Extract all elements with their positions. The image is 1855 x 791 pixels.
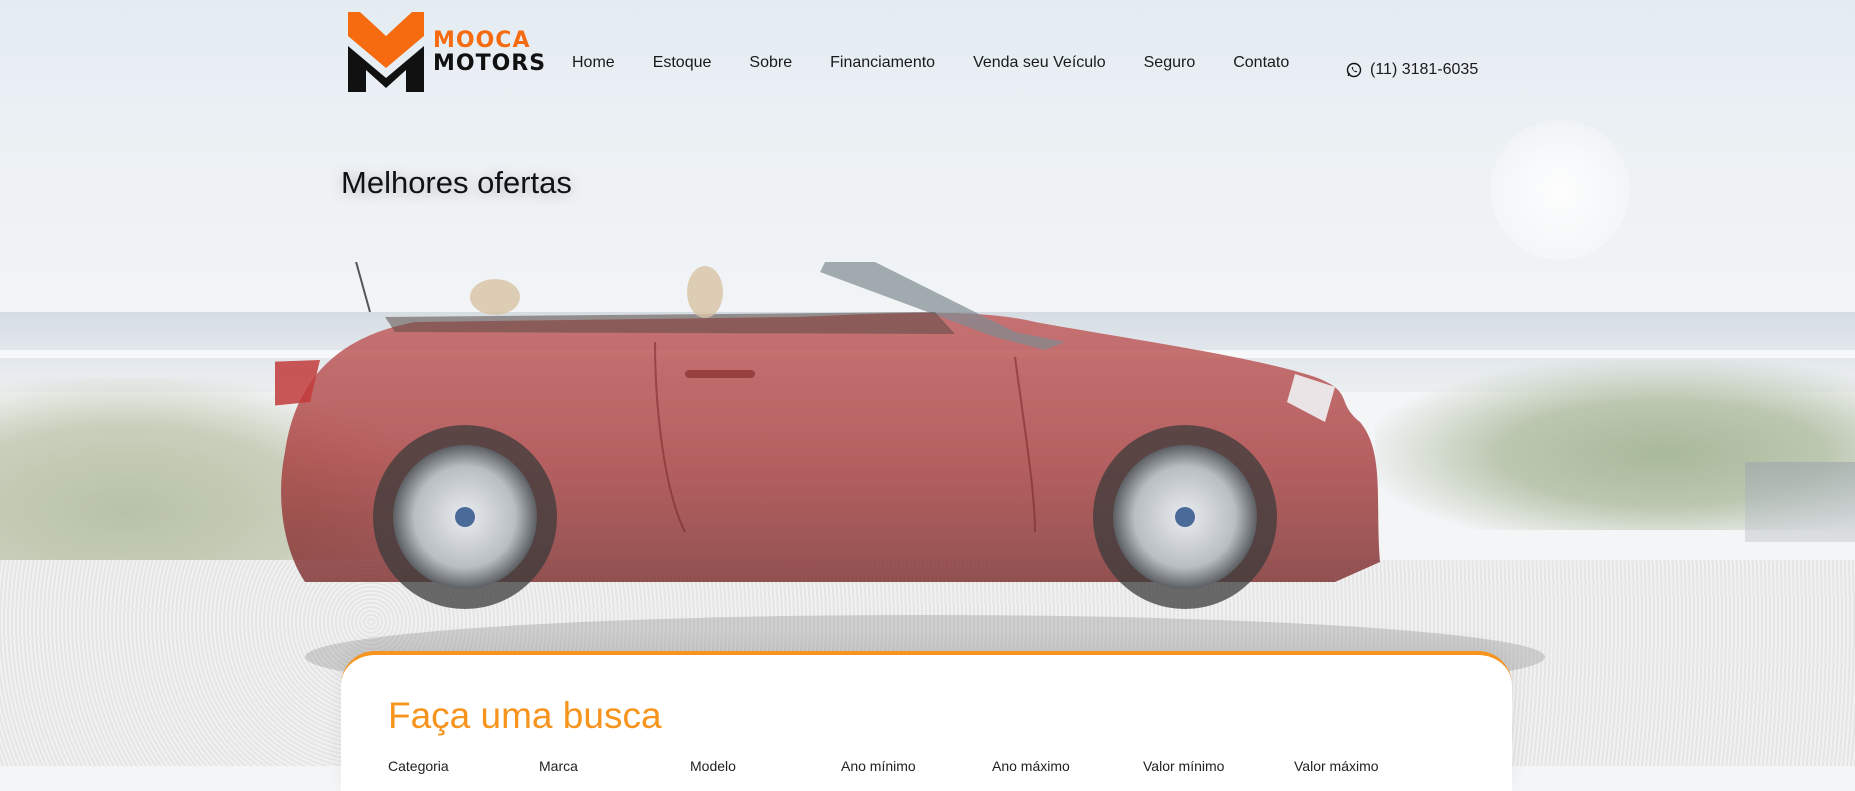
phone-contact[interactable]: (11) 3181-6035 [1346, 61, 1478, 79]
filter-ano-maximo-label: Ano máximo [992, 758, 1070, 774]
search-panel: Faça uma busca Categoria Marca Modelo An… [341, 651, 1512, 791]
filter-marca-label: Marca [539, 758, 578, 774]
logo-m-mark [348, 12, 424, 92]
logo-line1: MOOCA [433, 28, 531, 53]
bench [1745, 462, 1855, 542]
filter-modelo-label: Modelo [690, 758, 736, 774]
page-title: Melhores ofertas [341, 165, 572, 200]
nav-financiamento[interactable]: Financiamento [830, 54, 935, 72]
nav-venda-seu-veiculo[interactable]: Venda seu Veículo [973, 54, 1106, 72]
search-filters: Categoria Marca Modelo Ano mínimo Ano má… [388, 758, 1445, 774]
nav-sobre[interactable]: Sobre [749, 54, 792, 72]
logo-wordmark: MOOCA MOTORS [433, 30, 546, 75]
sun-glow [1490, 120, 1630, 260]
brand-logo[interactable]: MOOCA MOTORS [348, 12, 545, 92]
filter-valor-minimo-label: Valor mínimo [1143, 758, 1225, 774]
nav-seguro[interactable]: Seguro [1144, 54, 1196, 72]
filter-valor-maximo-label: Valor máximo [1294, 758, 1379, 774]
nav-estoque[interactable]: Estoque [653, 54, 712, 72]
filter-ano-minimo-label: Ano mínimo [841, 758, 916, 774]
site-header: MOOCA MOTORS Home Estoque Sobre Financia… [0, 0, 1855, 110]
whatsapp-icon [1346, 62, 1362, 78]
logo-line2: MOTORS [433, 51, 547, 76]
filter-categoria-label: Categoria [388, 758, 449, 774]
search-title: Faça uma busca [388, 695, 662, 736]
convertible-car-image [260, 221, 1585, 702]
phone-number: (11) 3181-6035 [1370, 61, 1479, 78]
nav-contato[interactable]: Contato [1233, 54, 1289, 72]
nav-home[interactable]: Home [572, 54, 615, 72]
main-nav: Home Estoque Sobre Financiamento Venda s… [572, 54, 1327, 72]
